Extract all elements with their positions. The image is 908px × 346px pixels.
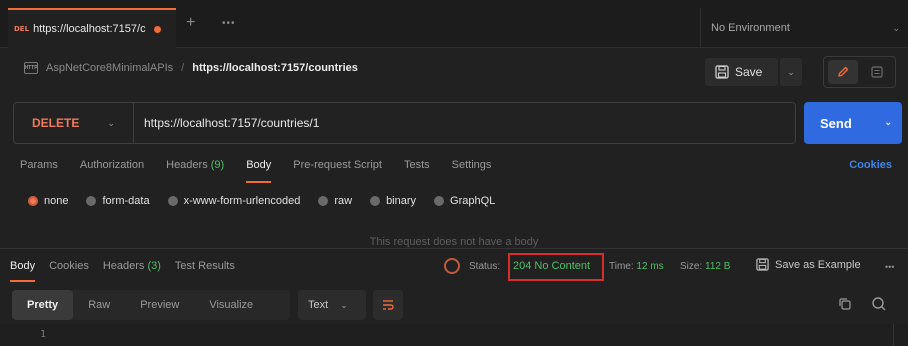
response-size[interactable]: Size: 112 B bbox=[680, 261, 730, 272]
radio-raw[interactable]: raw bbox=[318, 195, 352, 207]
chevron-down-icon: ⌄ bbox=[787, 66, 795, 77]
copy-icon[interactable] bbox=[838, 297, 852, 311]
radio-graphql[interactable]: GraphQL bbox=[434, 195, 495, 207]
radio-binary[interactable]: binary bbox=[370, 195, 416, 207]
response-more-button[interactable]: ••• bbox=[885, 262, 894, 272]
save-icon bbox=[756, 258, 769, 271]
response-divider[interactable] bbox=[0, 248, 908, 249]
request-tabs: Params Authorization Headers (9) Body Pr… bbox=[20, 159, 513, 183]
side-tools bbox=[823, 56, 896, 88]
radio-icon bbox=[318, 196, 329, 206]
radio-selected-icon bbox=[28, 196, 38, 206]
document-icon bbox=[871, 66, 883, 78]
breadcrumb-collection[interactable]: AspNetCore8MinimalAPIs bbox=[46, 62, 173, 74]
tab-headers[interactable]: Headers (9) bbox=[166, 159, 224, 171]
tab-title: https://localhost:7157/c bbox=[33, 23, 146, 35]
radio-icon bbox=[167, 196, 178, 206]
response-time[interactable]: Time: 12 ms bbox=[609, 261, 664, 272]
response-tab-cookies[interactable]: Cookies bbox=[49, 260, 89, 272]
headers-count: (9) bbox=[210, 159, 225, 171]
breadcrumb-separator: / bbox=[181, 62, 185, 74]
environment-label: No Environment bbox=[711, 22, 790, 34]
save-label: Save bbox=[735, 65, 763, 79]
breadcrumb-request[interactable]: https://localhost:7157/countries bbox=[192, 62, 358, 74]
chevron-down-icon: ⌄ bbox=[107, 117, 115, 128]
save-icon bbox=[715, 65, 729, 79]
chevron-down-icon: ⌄ bbox=[340, 299, 348, 310]
method-label: DELETE bbox=[32, 116, 80, 130]
wrap-lines-button[interactable] bbox=[373, 290, 403, 320]
response-editor[interactable] bbox=[0, 324, 908, 346]
radio-icon bbox=[370, 196, 381, 206]
radio-icon bbox=[86, 196, 97, 206]
response-tab-test-results[interactable]: Test Results bbox=[175, 260, 235, 272]
send-label: Send bbox=[820, 115, 852, 131]
save-button[interactable]: Save bbox=[705, 58, 778, 86]
radio-icon bbox=[434, 196, 445, 206]
documentation-button[interactable] bbox=[862, 60, 892, 84]
save-as-example-label: Save as Example bbox=[775, 258, 861, 271]
tab-bar: DEL https://localhost:7157/c + ••• No En… bbox=[0, 0, 908, 48]
tab-body[interactable]: Body bbox=[246, 159, 272, 183]
editor-scrollbar[interactable] bbox=[893, 324, 908, 346]
view-raw[interactable]: Raw bbox=[73, 290, 125, 320]
environment-select[interactable]: No Environment ⌄ bbox=[700, 8, 908, 48]
response-headers-count: (3) bbox=[147, 260, 161, 272]
tab-pre-request-script[interactable]: Pre-request Script bbox=[293, 159, 382, 171]
save-dropdown-button[interactable]: ⌄ bbox=[780, 58, 802, 86]
save-as-example-button[interactable]: Save as Example bbox=[756, 258, 861, 271]
search-icon[interactable] bbox=[871, 296, 887, 312]
cookies-link[interactable]: Cookies bbox=[849, 159, 892, 171]
edit-button[interactable] bbox=[828, 60, 858, 84]
format-label: Text bbox=[308, 299, 329, 311]
time-value: 12 ms bbox=[636, 261, 664, 272]
response-tabs: Body Cookies Headers (3) Test Results bbox=[10, 260, 249, 282]
tab-settings[interactable]: Settings bbox=[452, 159, 492, 171]
chevron-down-icon: ⌄ bbox=[884, 117, 892, 127]
line-number: 1 bbox=[40, 329, 47, 340]
unsaved-dot-icon bbox=[153, 25, 161, 33]
network-globe-icon[interactable] bbox=[444, 258, 460, 274]
format-select[interactable]: Text ⌄ bbox=[298, 290, 366, 320]
tab-method-badge: DEL bbox=[14, 25, 30, 33]
view-mode-tabs: Pretty Raw Preview Visualize bbox=[12, 290, 290, 320]
pencil-icon bbox=[838, 66, 849, 77]
radio-urlencoded[interactable]: x-www-form-urlencoded bbox=[167, 195, 300, 207]
status-value[interactable]: 204 No Content bbox=[513, 260, 590, 272]
send-button[interactable]: Send ⌄ bbox=[804, 102, 902, 144]
tab-authorization[interactable]: Authorization bbox=[80, 159, 144, 171]
view-pretty[interactable]: Pretty bbox=[12, 290, 74, 320]
chevron-down-icon: ⌄ bbox=[892, 23, 900, 33]
radio-none[interactable]: none bbox=[28, 195, 68, 207]
response-tab-headers[interactable]: Headers (3) bbox=[103, 260, 161, 272]
response-tab-body[interactable]: Body bbox=[10, 260, 36, 282]
http-request-icon: HTTP bbox=[24, 62, 38, 74]
request-bar: DELETE ⌄ https://localhost:7157/countrie… bbox=[13, 102, 796, 144]
request-tab[interactable]: DEL https://localhost:7157/c bbox=[8, 8, 176, 48]
body-type-options: none form-data x-www-form-urlencoded raw… bbox=[28, 195, 495, 207]
url-input[interactable]: https://localhost:7157/countries/1 bbox=[144, 116, 319, 130]
wrap-icon bbox=[383, 300, 394, 310]
method-select[interactable]: DELETE ⌄ bbox=[14, 103, 134, 143]
size-value: 112 B bbox=[705, 261, 731, 272]
status-label: Status: bbox=[469, 261, 501, 272]
new-tab-button[interactable]: + bbox=[186, 15, 195, 31]
no-body-message: This request does not have a body bbox=[369, 236, 539, 248]
tab-params[interactable]: Params bbox=[20, 159, 58, 171]
view-visualize[interactable]: Visualize bbox=[194, 290, 268, 320]
tab-more-button[interactable]: ••• bbox=[222, 18, 236, 29]
breadcrumb: HTTP AspNetCore8MinimalAPIs / https://lo… bbox=[24, 62, 358, 74]
view-preview[interactable]: Preview bbox=[125, 290, 194, 320]
tab-tests[interactable]: Tests bbox=[404, 159, 430, 171]
radio-form-data[interactable]: form-data bbox=[86, 195, 150, 207]
